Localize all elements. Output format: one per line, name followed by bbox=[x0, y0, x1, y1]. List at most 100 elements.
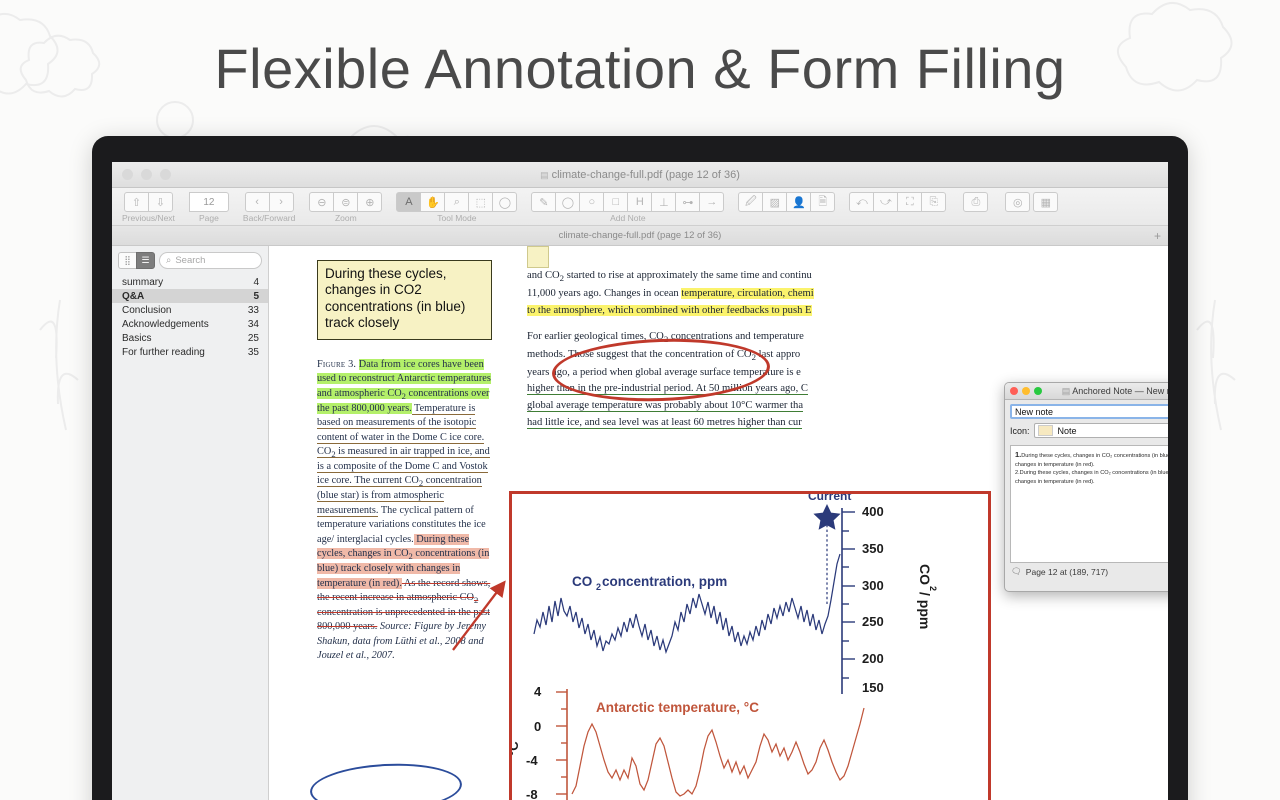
list-item[interactable]: Conclusion 33 bbox=[112, 303, 268, 317]
list-item[interactable]: summary 4 bbox=[112, 275, 268, 289]
sticky-note-annotation[interactable]: During these cycles, changes in CO2 conc… bbox=[317, 260, 492, 340]
note-color-swatch bbox=[1037, 425, 1053, 436]
document-tab-bar[interactable]: climate-change-full.pdf (page 12 of 36) … bbox=[112, 226, 1168, 246]
underline-note-button[interactable]: ⊥ bbox=[651, 192, 677, 212]
main-toolbar[interactable]: ⇧ ⇩ Previous/Next 12 Page ‹ › Back/Forwa… bbox=[112, 188, 1168, 226]
window-title-text: climate-change-full.pdf (page 12 of 36) bbox=[551, 168, 740, 181]
red-arrow-annotation[interactable] bbox=[447, 576, 517, 656]
note-icon-annotation[interactable] bbox=[527, 246, 549, 268]
caption-underline-annotation[interactable]: Temperature is based on measurements of … bbox=[317, 402, 490, 517]
crop-button[interactable]: ⎘ bbox=[921, 192, 947, 212]
outline-item-page: 25 bbox=[247, 332, 259, 344]
forward-button[interactable]: › bbox=[268, 192, 294, 212]
next-page-button[interactable]: ⇩ bbox=[147, 192, 173, 212]
back-button[interactable]: ‹ bbox=[244, 192, 270, 212]
outline-item-label: For further reading bbox=[122, 346, 205, 358]
export-button[interactable]: ⎙ bbox=[963, 192, 989, 212]
image-note-button[interactable]: ▨ bbox=[762, 192, 788, 212]
window-titlebar: ▤ climate-change-full.pdf (page 12 of 36) bbox=[112, 162, 1168, 188]
svg-text:concentration, ppm: concentration, ppm bbox=[602, 574, 727, 589]
hand-tool-button[interactable]: ✋ bbox=[420, 192, 446, 212]
p3-highlight[interactable]: to the atmosphere, which combined with o… bbox=[527, 304, 812, 316]
page-number-field[interactable]: 12 bbox=[188, 192, 229, 212]
fullscreen-button[interactable]: ⛶ bbox=[897, 192, 923, 212]
anchored-note-window[interactable]: ▤ Anchored Note — New note New note Icon… bbox=[1004, 382, 1168, 592]
current-annotation-label: Current bbox=[808, 494, 851, 503]
outline-item-label: Acknowledgements bbox=[122, 318, 209, 330]
list-item[interactable]: Q&A 5 bbox=[112, 289, 268, 303]
highlight-note-button[interactable]: H bbox=[627, 192, 653, 212]
strikeout-note-button[interactable]: ⊶ bbox=[675, 192, 701, 212]
sidebar-view-switcher[interactable]: ⣿ ☰ bbox=[118, 252, 155, 269]
note-document-icon: ▤ bbox=[1061, 385, 1071, 396]
toolbar-group-add-note: ✎ ◯ ○ □ H ⊥ ⊶ → Add Note bbox=[531, 192, 725, 223]
text-tool-button[interactable]: A bbox=[396, 192, 422, 212]
toolbar-label-previous-next: Previous/Next bbox=[122, 213, 175, 223]
previous-page-button[interactable]: ⇧ bbox=[123, 192, 149, 212]
outline-item-label: Conclusion bbox=[122, 304, 172, 316]
svg-text:4: 4 bbox=[534, 684, 542, 699]
rotate-right-button[interactable]: ⤻ bbox=[873, 192, 899, 212]
toolbar-group-tool-mode: A ✋ ⌕ ⬚ ◯ Tool Mode bbox=[396, 192, 518, 223]
zoom-in-button[interactable]: ⊕ bbox=[357, 192, 383, 212]
text-note-button[interactable]: 🗎 bbox=[810, 192, 836, 212]
stamp-note-button[interactable]: 👤 bbox=[786, 192, 812, 212]
search-input[interactable]: ⌕ Search bbox=[159, 252, 262, 269]
svg-text:/ ppm: / ppm bbox=[917, 592, 933, 629]
magnify-tool-button[interactable]: ⌕ bbox=[444, 192, 470, 212]
temperature-series-label: Antarctic temperature, °C bbox=[596, 700, 759, 715]
svg-text:300: 300 bbox=[862, 578, 884, 593]
document-tab-title[interactable]: climate-change-full.pdf (page 12 of 36) bbox=[112, 230, 1168, 241]
zoom-actual-button[interactable]: ⊜ bbox=[333, 192, 359, 212]
list-item[interactable]: Basics 25 bbox=[112, 331, 268, 345]
figure-chart[interactable]: 400 350 300 250 200 150 CO 2 / ppm Curre… bbox=[509, 491, 991, 800]
toolbar-label-zoom: Zoom bbox=[334, 213, 357, 223]
oval-note-button[interactable]: ◯ bbox=[555, 192, 581, 212]
anchored-note-title: ▤ Anchored Note — New note bbox=[1005, 386, 1168, 397]
outline-item-page: 35 bbox=[247, 346, 259, 358]
anchored-note-titlebar[interactable]: ▤ Anchored Note — New note bbox=[1005, 383, 1168, 400]
anchored-note-button[interactable]: 🖉 bbox=[738, 192, 764, 212]
co2-series: Current CO 2 concentration, ppm bbox=[533, 494, 851, 655]
square-note-button[interactable]: □ bbox=[603, 192, 629, 212]
note-body-item-1: During these cycles, changes in CO₂ conc… bbox=[1015, 453, 1168, 468]
page-title: Flexible Annotation & Form Filling bbox=[214, 37, 1066, 100]
toolbar-group-page-ops: ⤺ ⤻ ⛶ ⎘ bbox=[849, 192, 947, 212]
toolbar-group-back-forward: ‹ › Back/Forward bbox=[243, 192, 295, 223]
freehand-note-button[interactable]: ✎ bbox=[531, 192, 557, 212]
rotate-left-button[interactable]: ⤺ bbox=[849, 192, 875, 212]
anchored-note-footer: 🗨 Page 12 at (189, 717) Keep on top bbox=[1005, 563, 1168, 580]
window-body: ⣿ ☰ ⌕ Search summary 4 Q&A 5 Conclusion … bbox=[112, 246, 1168, 800]
outline-item-page: 33 bbox=[247, 304, 259, 316]
settings-button[interactable]: ◎ bbox=[1005, 192, 1031, 212]
chart-svg: 400 350 300 250 200 150 CO 2 / ppm Curre… bbox=[512, 494, 938, 800]
blue-ellipse-annotation[interactable] bbox=[308, 760, 464, 800]
circle-note-button[interactable]: ○ bbox=[579, 192, 605, 212]
grid-view-button[interactable]: ▦ bbox=[1033, 192, 1059, 212]
shape-tool-button[interactable]: ◯ bbox=[492, 192, 518, 212]
zoom-out-button[interactable]: ⊖ bbox=[309, 192, 335, 212]
note-bubble-icon: 🗨 bbox=[1011, 566, 1022, 576]
thumbnail-view-button[interactable]: ⣿ bbox=[118, 252, 137, 269]
note-body-textarea[interactable]: 1.During these cycles, changes in CO₂ co… bbox=[1010, 445, 1168, 563]
sidebar-toolbar: ⣿ ☰ ⌕ Search bbox=[112, 246, 268, 275]
line-note-button[interactable]: → bbox=[699, 192, 725, 212]
note-title-input[interactable]: New note bbox=[1010, 404, 1168, 419]
outline-item-page: 5 bbox=[253, 290, 259, 302]
svg-text:400: 400 bbox=[862, 504, 884, 519]
outline-view-button[interactable]: ☰ bbox=[136, 252, 155, 269]
p9-text-underlined[interactable]: had little ice, and sea level was at lea… bbox=[527, 416, 802, 429]
outline-list[interactable]: summary 4 Q&A 5 Conclusion 33 Acknowledg… bbox=[112, 275, 268, 359]
svg-text:-8: -8 bbox=[526, 787, 538, 800]
document-icon: ▤ bbox=[540, 169, 549, 180]
p2-highlight[interactable]: temperature, circulation, chemi bbox=[681, 288, 814, 300]
new-tab-button[interactable]: + bbox=[1154, 229, 1161, 243]
pdf-page-view[interactable]: During these cycles, changes in CO2 conc… bbox=[269, 246, 1168, 800]
p8-text-underlined[interactable]: global average temperature was probably … bbox=[527, 400, 804, 413]
note-icon-value: Note bbox=[1057, 425, 1077, 436]
note-icon-select[interactable]: Note ⇳ bbox=[1033, 423, 1168, 438]
list-item[interactable]: Acknowledgements 34 bbox=[112, 317, 268, 331]
select-tool-button[interactable]: ⬚ bbox=[468, 192, 494, 212]
search-placeholder: Search bbox=[175, 255, 206, 266]
list-item[interactable]: For further reading 35 bbox=[112, 345, 268, 359]
